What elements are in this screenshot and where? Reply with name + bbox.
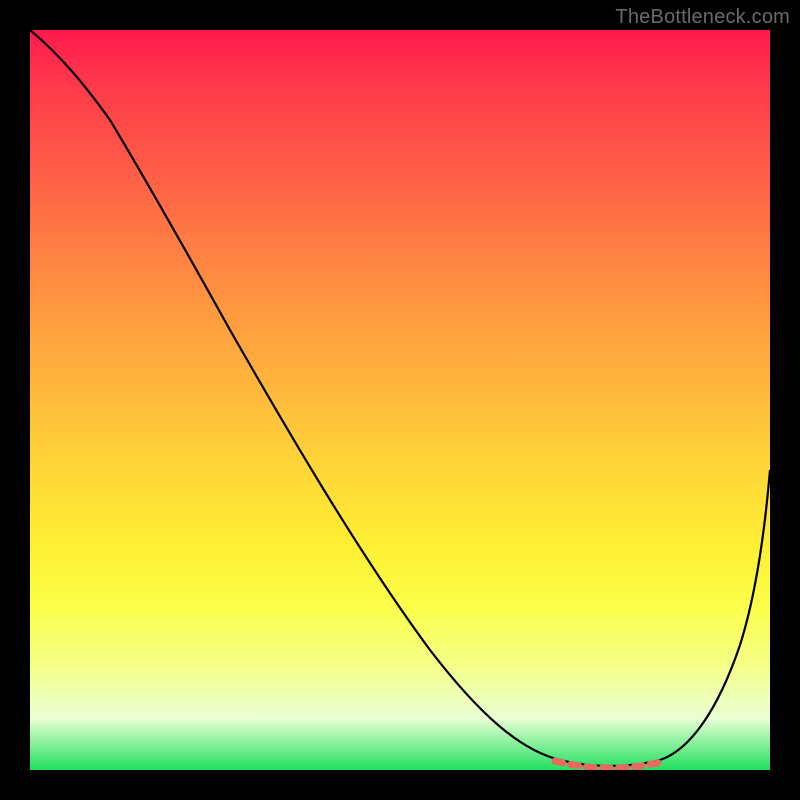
chart-frame: TheBottleneck.com (0, 0, 800, 800)
watermark-text: TheBottleneck.com (615, 6, 790, 29)
chart-svg (30, 30, 770, 770)
plot-area (30, 30, 770, 770)
bottom-marker-segment (555, 761, 665, 768)
bottleneck-curve-line (30, 30, 770, 766)
